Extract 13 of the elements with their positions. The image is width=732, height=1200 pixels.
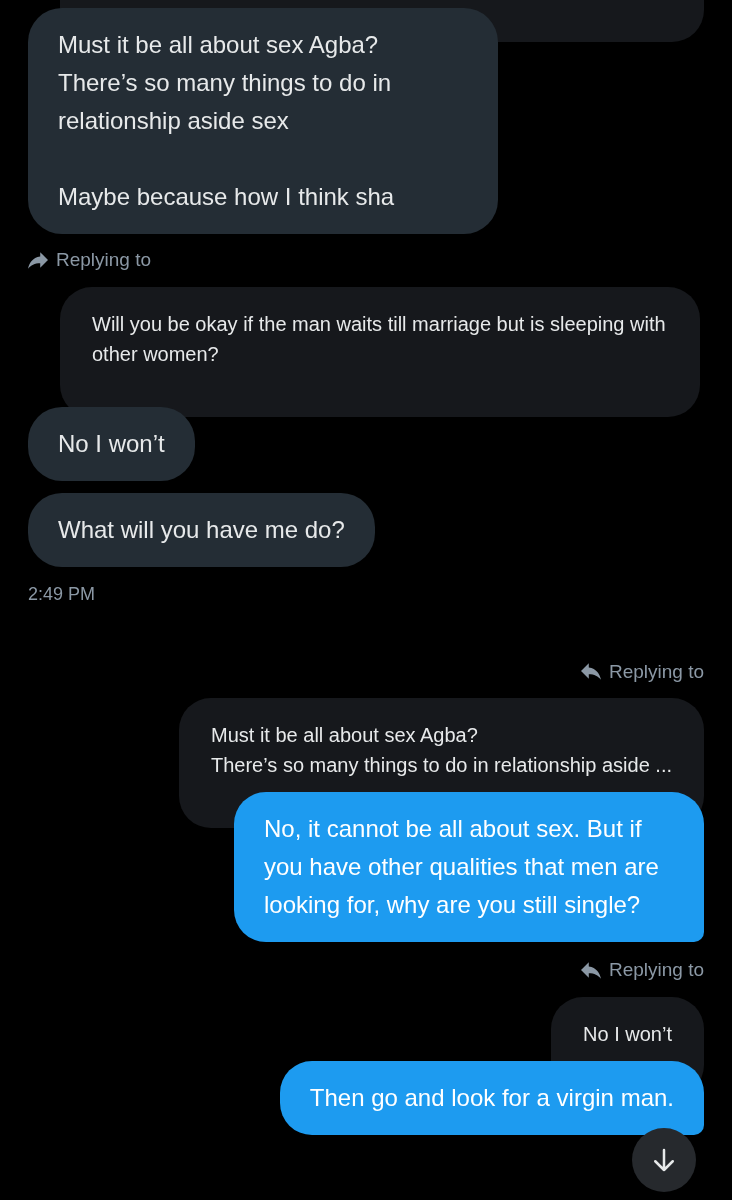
message-bubble: What will you have me do? — [28, 492, 375, 567]
reply-arrow-icon — [580, 961, 601, 979]
replying-to-label: Replying to — [608, 958, 704, 982]
timestamp: 2:49 PM — [28, 582, 96, 606]
message-bubble: Then go and look for a virgin man. — [279, 1060, 704, 1135]
message-bubble: Must it be all about sex Agba? There’s so many things to do in relationship aside sex Maybe because how I think sha — [28, 8, 498, 234]
replying-to-label: Replying to — [56, 248, 152, 272]
message-bubble: No I won’t — [28, 406, 195, 481]
reply-arrow-icon — [580, 663, 601, 681]
replying-to-label: Replying to — [608, 659, 704, 684]
message-bubble: No, it cannot be all about sex. But if you have other qualities that men are looking for, why are you still single? — [234, 792, 704, 942]
quoted-message-box: Will you be okay if the man waits till marriage but is sleeping with other women? — [60, 286, 700, 417]
forward-arrow-icon — [28, 251, 48, 269]
